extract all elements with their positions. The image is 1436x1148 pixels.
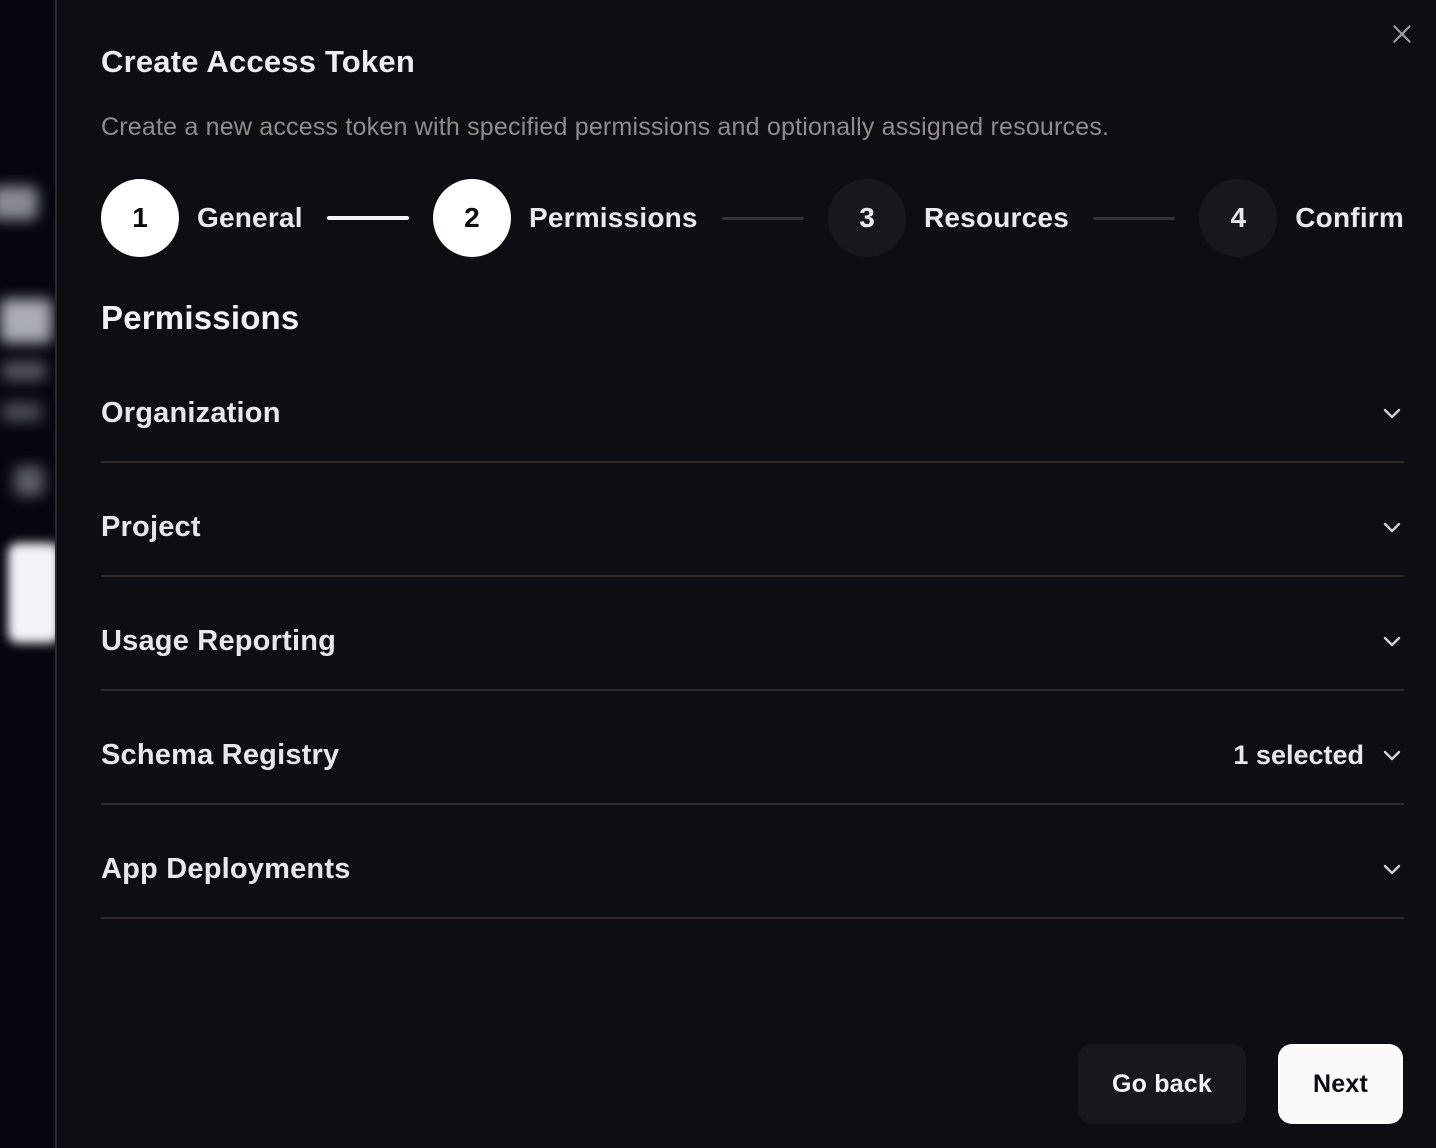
- blurred-sidebar-item: [2, 402, 42, 422]
- step-general[interactable]: 1 General: [101, 179, 303, 257]
- background-page-strip: [0, 0, 55, 1148]
- modal-title: Create Access Token: [101, 44, 1404, 80]
- step-number-circle: 3: [828, 179, 906, 257]
- chevron-down-icon: [1380, 629, 1404, 653]
- step-number-circle: 1: [101, 179, 179, 257]
- accordion-row-schema-registry[interactable]: Schema Registry 1 selected: [101, 691, 1404, 805]
- accordion-row-usage-reporting[interactable]: Usage Reporting: [101, 577, 1404, 691]
- accordion-label: Project: [101, 511, 201, 544]
- accordion-right: [1380, 515, 1404, 539]
- step-number-circle: 4: [1199, 179, 1277, 257]
- accordion-row-app-deployments[interactable]: App Deployments: [101, 805, 1404, 919]
- modal-footer: Go back Next: [1078, 1044, 1403, 1124]
- accordion-right: 1 selected: [1233, 740, 1404, 771]
- accordion-label: App Deployments: [101, 853, 351, 886]
- go-back-button[interactable]: Go back: [1078, 1044, 1246, 1124]
- accordion-row-organization[interactable]: Organization: [101, 349, 1404, 463]
- chevron-down-icon: [1380, 515, 1404, 539]
- blurred-sidebar-item: [2, 361, 46, 381]
- blurred-sidebar-item: [0, 299, 52, 343]
- accordion-right: [1380, 401, 1404, 425]
- step-label: Permissions: [529, 202, 698, 234]
- permissions-heading: Permissions: [101, 299, 1404, 337]
- step-connector: [327, 216, 409, 220]
- accordion-right: [1380, 629, 1404, 653]
- chevron-down-icon: [1380, 743, 1404, 767]
- modal-subtitle: Create a new access token with specified…: [101, 113, 1404, 142]
- step-label: Resources: [924, 202, 1069, 234]
- blurred-sidebar-item: [14, 466, 44, 496]
- accordion-label: Schema Registry: [101, 739, 339, 772]
- blurred-sidebar-button: [8, 543, 55, 643]
- blurred-sidebar-item: [0, 186, 38, 220]
- step-label: Confirm: [1295, 202, 1404, 234]
- chevron-down-icon: [1380, 857, 1404, 881]
- step-label: General: [197, 202, 303, 234]
- accordion-label: Organization: [101, 397, 281, 430]
- close-icon[interactable]: [1388, 20, 1416, 48]
- selected-count-badge: 1 selected: [1233, 740, 1364, 771]
- next-button[interactable]: Next: [1278, 1044, 1403, 1124]
- screen: Create Access Token Create a new access …: [0, 0, 1436, 1148]
- step-confirm[interactable]: 4 Confirm: [1199, 179, 1404, 257]
- step-connector: [1093, 217, 1175, 220]
- wizard-stepper: 1 General 2 Permissions 3 Resources 4 Co…: [101, 179, 1404, 257]
- step-resources[interactable]: 3 Resources: [828, 179, 1069, 257]
- permissions-accordion: Organization Project Usage: [101, 349, 1404, 919]
- chevron-down-icon: [1380, 401, 1404, 425]
- accordion-row-project[interactable]: Project: [101, 463, 1404, 577]
- step-connector: [722, 217, 804, 220]
- create-access-token-modal: Create Access Token Create a new access …: [55, 0, 1436, 1148]
- accordion-right: [1380, 857, 1404, 881]
- step-permissions[interactable]: 2 Permissions: [433, 179, 698, 257]
- step-number-circle: 2: [433, 179, 511, 257]
- accordion-label: Usage Reporting: [101, 625, 336, 658]
